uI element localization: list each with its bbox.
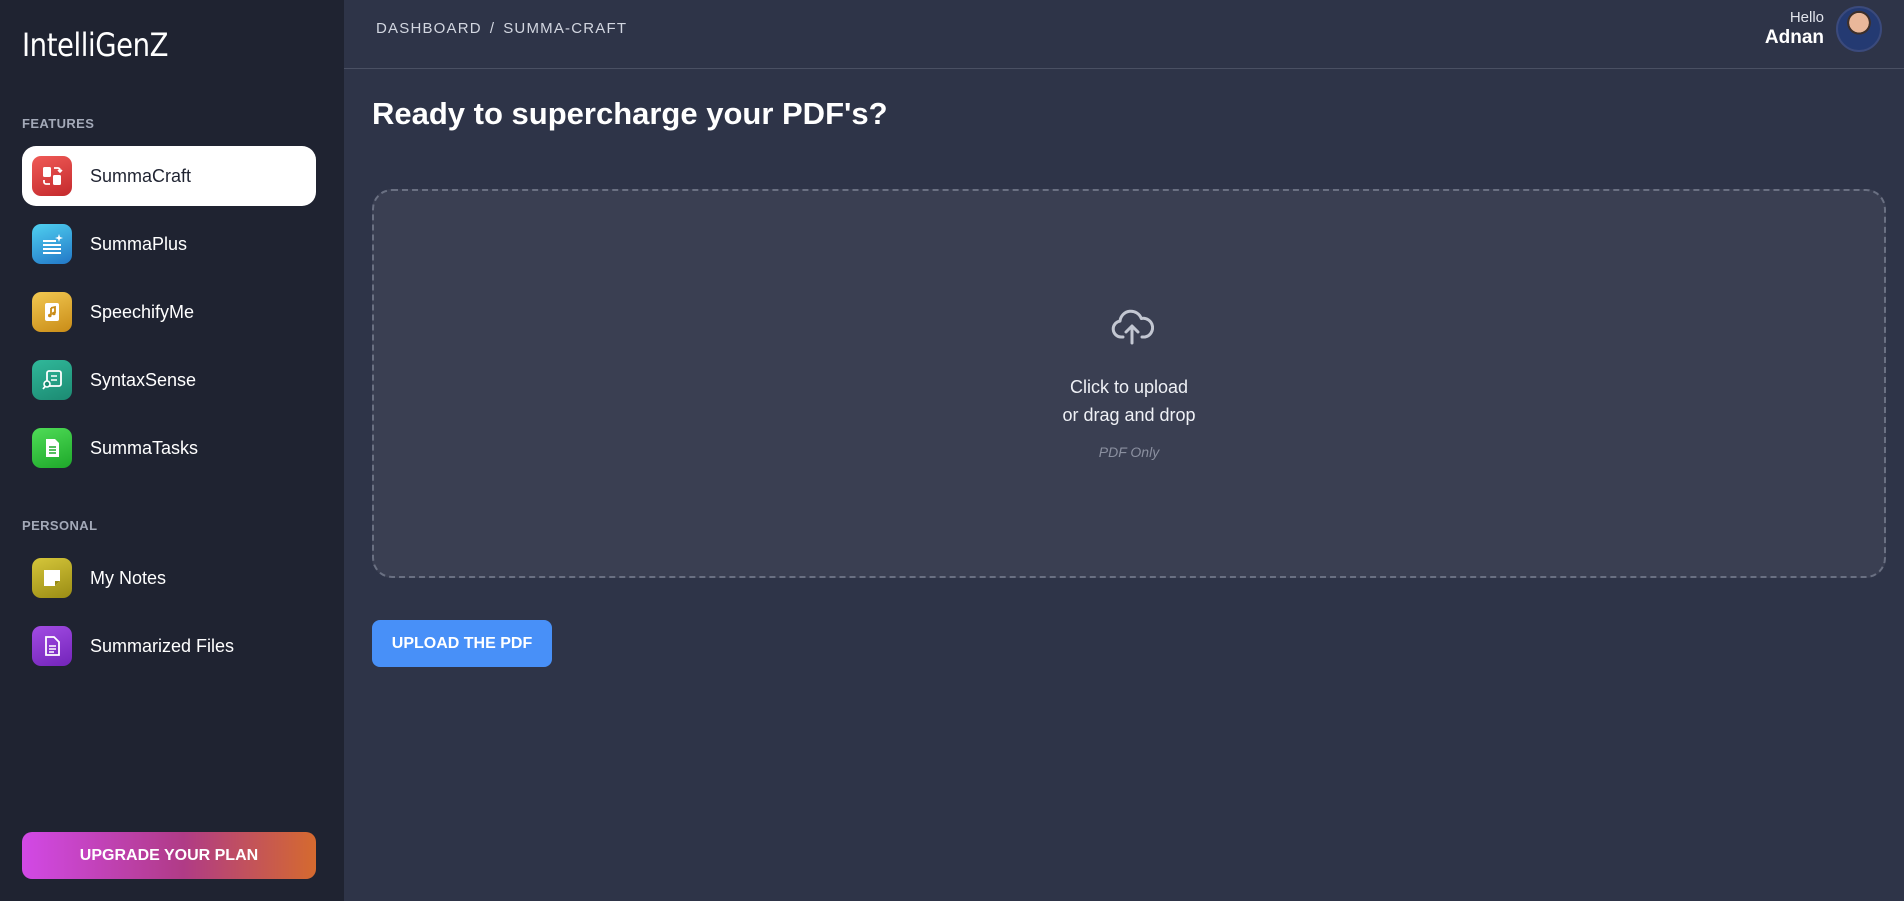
sidebar-item-label: SummaPlus: [90, 233, 188, 254]
upload-pdf-button[interactable]: UPLOAD THE PDF: [372, 620, 552, 667]
notes-icon: [32, 558, 72, 598]
syntaxsense-icon: [32, 360, 72, 400]
speechifyme-icon: [32, 292, 72, 332]
sidebar-item-label: SpeechifyMe: [90, 301, 195, 322]
cloud-upload-icon: [1111, 309, 1154, 345]
user-menu[interactable]: Hello Adnan: [1765, 6, 1882, 52]
app-logo[interactable]: IntelliGenZ: [22, 26, 168, 64]
app-root: IntelliGenZ FEATURES SummaCraft SummaPlu…: [0, 0, 1904, 901]
sidebar-item-label: Summarized Files: [90, 635, 235, 656]
breadcrumb-dashboard[interactable]: DASHBOARD: [376, 20, 482, 37]
page-title: Ready to supercharge your PDF's?: [372, 96, 888, 131]
sidebar-item-label: SummaTasks: [90, 437, 199, 458]
features-section-label: FEATURES: [22, 116, 95, 131]
sidebar-item-summaplus[interactable]: SummaPlus: [22, 214, 316, 274]
dropzone-secondary-text: or drag and drop: [1062, 405, 1196, 425]
breadcrumb-separator: /: [489, 20, 496, 37]
user-name: Adnan: [1764, 27, 1824, 48]
sidebar-item-my-notes[interactable]: My Notes: [22, 548, 316, 608]
sidebar-item-label: My Notes: [90, 567, 167, 588]
pdf-dropzone[interactable]: Click to upload or drag and drop PDF Onl…: [372, 189, 1886, 578]
dropzone-file-type-hint: PDF Only: [1098, 444, 1160, 460]
summacraft-icon: [32, 156, 72, 196]
breadcrumb: DASHBOARD / SUMMA-CRAFT: [376, 20, 627, 37]
sidebar-item-summarized-files[interactable]: Summarized Files: [22, 616, 316, 676]
dropzone-primary-text: Click to upload: [1069, 377, 1189, 397]
user-greeting-block: Hello Adnan: [1765, 9, 1824, 49]
personal-section-label: PERSONAL: [22, 518, 98, 533]
sidebar-item-summatasks[interactable]: SummaTasks: [22, 418, 316, 478]
avatar[interactable]: [1836, 6, 1882, 52]
sidebar-item-label: SyntaxSense: [90, 369, 197, 390]
sidebar-item-label: SummaCraft: [90, 165, 192, 186]
top-bar: DASHBOARD / SUMMA-CRAFT Hello Adnan: [344, 0, 1904, 69]
sidebar-item-summacraft[interactable]: SummaCraft: [22, 146, 316, 206]
sidebar-item-syntaxsense[interactable]: SyntaxSense: [22, 350, 316, 410]
sidebar: IntelliGenZ FEATURES SummaCraft SummaPlu…: [0, 0, 344, 901]
summaplus-icon: [32, 224, 72, 264]
file-icon: [32, 626, 72, 666]
summatasks-icon: [32, 428, 72, 468]
sidebar-item-speechifyme[interactable]: SpeechifyMe: [22, 282, 316, 342]
upgrade-plan-button[interactable]: UPGRADE YOUR PLAN: [22, 832, 316, 879]
greeting-text: Hello: [1789, 9, 1824, 26]
breadcrumb-current: SUMMA-CRAFT: [503, 20, 628, 37]
